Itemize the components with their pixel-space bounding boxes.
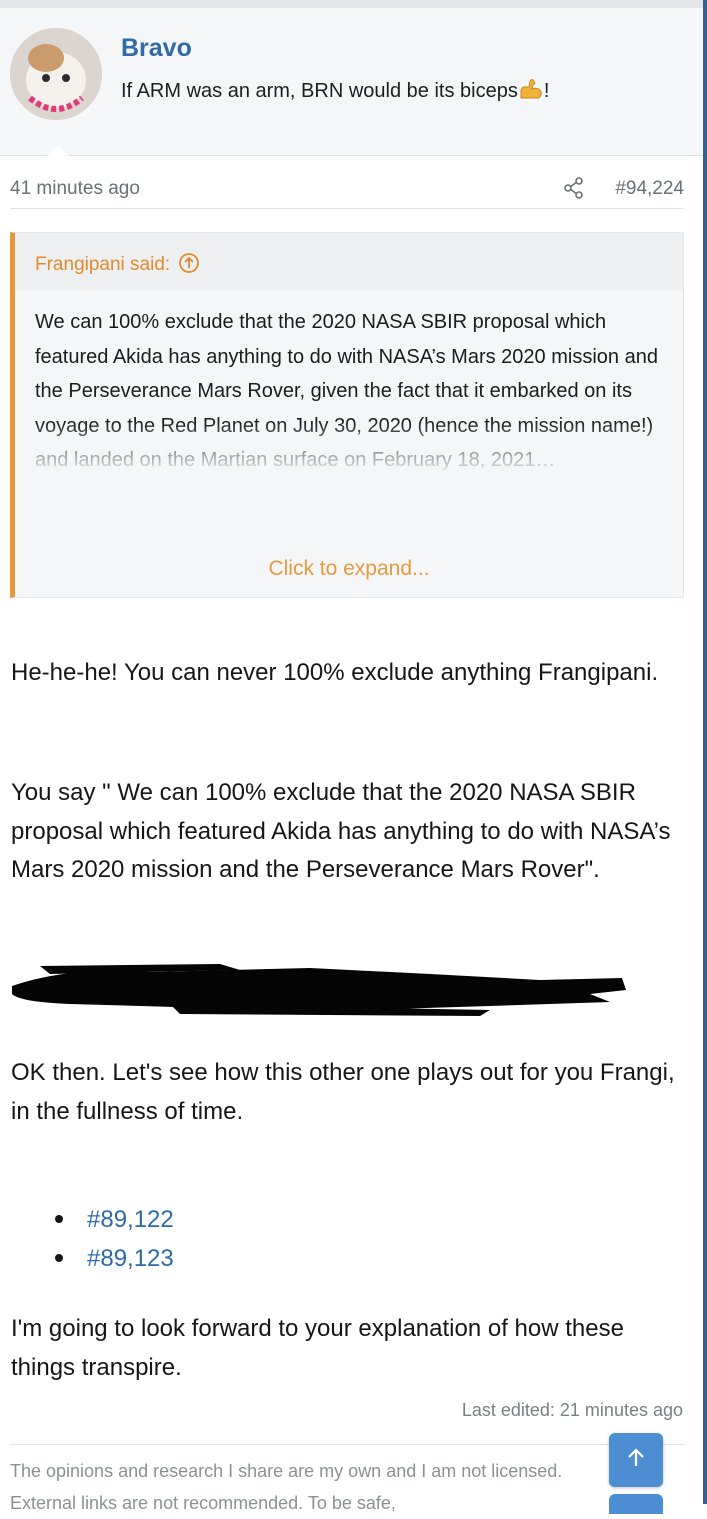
page-top-strip — [0, 0, 707, 8]
post-paragraph: I'm going to look forward to your explan… — [11, 1315, 624, 1381]
arrow-up-circle-icon[interactable] — [178, 252, 200, 274]
bullet — [55, 1215, 63, 1223]
post-timestamp[interactable]: 41 minutes ago — [10, 178, 140, 200]
post-link-list: #89,122 #89,123 — [55, 1200, 174, 1278]
post-paragraph: You say " We can 100% exclude that the 2… — [11, 779, 671, 883]
post-number-link[interactable]: #94,224 — [615, 178, 684, 200]
share-icon[interactable] — [562, 176, 586, 200]
username[interactable]: Bravo — [121, 34, 192, 63]
bullet — [55, 1254, 63, 1262]
list-item: #89,122 — [55, 1200, 174, 1239]
quote-block: Frangipani said: We can 100% exclude tha… — [10, 232, 684, 598]
quote-author[interactable]: Frangipani said: — [35, 252, 200, 276]
expand-quote-link[interactable]: Click to expand... — [15, 557, 683, 581]
scroll-to-top-button[interactable] — [609, 1433, 663, 1487]
arrow-up-icon — [625, 1447, 647, 1474]
header-pointer — [46, 145, 70, 157]
post-link[interactable]: #89,123 — [87, 1245, 174, 1272]
user-title-suffix: ! — [543, 80, 550, 102]
flexed-biceps-icon — [518, 78, 544, 100]
last-edited: Last edited: 21 minutes ago — [461, 1400, 683, 1420]
user-title: If ARM was an arm, BRN would be its bice… — [121, 78, 549, 103]
avatar[interactable] — [10, 28, 102, 120]
user-title-text: If ARM was an arm, BRN would be its bice… — [121, 80, 518, 102]
signature-divider — [10, 1444, 684, 1445]
post-paragraph: OK then. Let's see how this other one pl… — [11, 1059, 675, 1125]
post-link[interactable]: #89,122 — [87, 1206, 174, 1233]
post-paragraph: He-he-he! You can never 100% exclude any… — [11, 659, 659, 686]
page-right-edge — [703, 0, 707, 1504]
quote-fade — [15, 421, 683, 471]
list-item: #89,123 — [55, 1239, 174, 1278]
user-signature: The opinions and research I share are my… — [10, 1461, 563, 1513]
quote-text: We can 100% exclude that the 2020 NASA S… — [35, 311, 658, 471]
quote-header: Frangipani said: — [15, 233, 683, 291]
redacted-content — [10, 958, 630, 1020]
post-meta-row: 41 minutes ago #94,224 — [10, 172, 684, 209]
post-user-header: Bravo If ARM was an arm, BRN would be it… — [0, 8, 703, 157]
quote-author-label: Frangipani said: — [35, 254, 171, 275]
scroll-to-bottom-button[interactable] — [609, 1494, 663, 1514]
